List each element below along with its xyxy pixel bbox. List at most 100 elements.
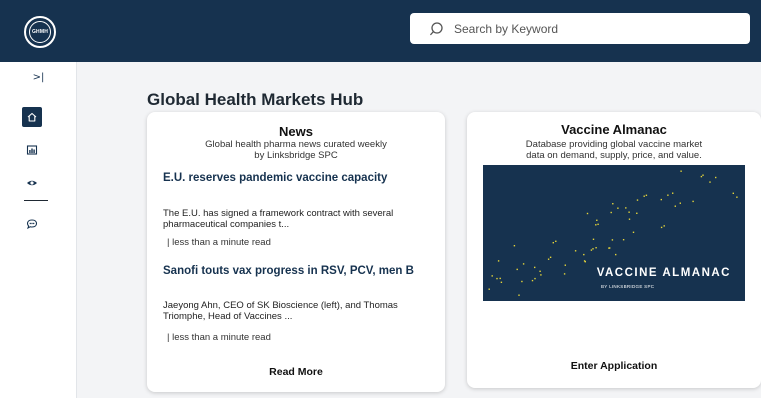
decorative-dot bbox=[596, 219, 598, 221]
article-snippet: The E.U. has signed a framework contract… bbox=[163, 208, 394, 230]
decorative-dot bbox=[491, 275, 493, 277]
decorative-dot bbox=[539, 270, 541, 272]
decorative-dot bbox=[531, 279, 534, 282]
sidebar-item-charts[interactable] bbox=[22, 140, 42, 160]
decorative-dot bbox=[612, 203, 614, 205]
decorative-dot bbox=[610, 211, 612, 214]
enter-application-button[interactable]: Enter Application bbox=[467, 360, 761, 372]
decorative-dot bbox=[563, 273, 566, 275]
top-bar: GHMH bbox=[0, 0, 761, 62]
news-card: News Global health pharma news curated w… bbox=[147, 112, 445, 392]
decorative-dot bbox=[496, 277, 498, 280]
decorative-dot bbox=[636, 199, 639, 201]
search-box[interactable] bbox=[410, 13, 750, 44]
vaccine-almanac-banner-image[interactable]: VACCINE ALMANAC BY LINKSBRIDGE SPC bbox=[483, 165, 745, 301]
decorative-dot bbox=[636, 212, 638, 214]
decorative-dot bbox=[592, 238, 595, 240]
article-title[interactable]: Sanofi touts vax progress in RSV, PCV, m… bbox=[163, 264, 423, 278]
decorative-dot bbox=[540, 274, 542, 276]
decorative-dot bbox=[595, 224, 597, 226]
decorative-dot bbox=[595, 247, 597, 249]
news-title: News bbox=[279, 124, 313, 139]
decorative-dot bbox=[516, 268, 518, 271]
decorative-dot bbox=[590, 249, 593, 251]
decorative-dot bbox=[732, 192, 734, 194]
decorative-dot bbox=[680, 170, 682, 172]
decorative-dot bbox=[663, 225, 665, 227]
decorative-dot bbox=[660, 226, 663, 229]
news-subtitle-line1: Global health pharma news curated weekly bbox=[205, 139, 387, 150]
decorative-dot bbox=[667, 194, 669, 196]
decorative-dot bbox=[611, 239, 614, 241]
decorative-dot bbox=[586, 212, 589, 215]
decorative-dot bbox=[617, 207, 619, 209]
decorative-dot bbox=[552, 242, 554, 244]
decorative-dot bbox=[592, 248, 594, 250]
sidebar-item-home[interactable] bbox=[22, 107, 42, 127]
decorative-dot bbox=[583, 253, 585, 256]
decorative-dot bbox=[615, 253, 617, 256]
chat-icon bbox=[26, 219, 38, 230]
sidebar: >| bbox=[0, 62, 77, 398]
decorative-dot bbox=[583, 260, 586, 262]
decorative-dot bbox=[497, 260, 500, 262]
page-title: Global Health Markets Hub bbox=[147, 90, 364, 109]
sidebar-item-chat[interactable] bbox=[22, 214, 42, 234]
decorative-dot bbox=[715, 176, 717, 179]
decorative-dot bbox=[513, 245, 516, 247]
chart-icon bbox=[26, 145, 38, 155]
sidebar-item-watch[interactable] bbox=[22, 173, 42, 193]
decorative-dot bbox=[521, 280, 523, 283]
decorative-dot bbox=[674, 205, 676, 207]
eye-icon bbox=[27, 180, 37, 186]
decorative-dot bbox=[672, 192, 674, 194]
decorative-dot bbox=[488, 288, 490, 290]
decorative-dot bbox=[643, 195, 645, 197]
decorative-dot bbox=[622, 239, 625, 241]
dot-pattern bbox=[488, 170, 738, 296]
search-icon bbox=[430, 21, 443, 35]
read-more-button[interactable]: Read More bbox=[147, 366, 445, 378]
banner-title: VACCINE ALMANAC bbox=[596, 267, 731, 279]
decorative-dot bbox=[534, 266, 536, 269]
decorative-dot bbox=[609, 247, 611, 249]
decorative-dot bbox=[547, 258, 550, 260]
banner-subtitle: BY LINKSBRIDGE SPC bbox=[601, 284, 655, 289]
decorative-dot bbox=[709, 181, 711, 183]
decorative-dot bbox=[518, 294, 520, 296]
article-read-time: | less than a minute read bbox=[167, 332, 271, 343]
decorative-dot bbox=[692, 200, 694, 203]
decorative-dot bbox=[625, 207, 627, 209]
sidebar-divider bbox=[24, 200, 48, 201]
decorative-dot bbox=[736, 196, 738, 198]
decorative-dot bbox=[522, 263, 525, 265]
vaccine-almanac-card: Vaccine Almanac Database providing globa… bbox=[467, 112, 761, 388]
home-icon bbox=[27, 112, 37, 122]
decorative-dot bbox=[555, 240, 557, 242]
decorative-dot bbox=[500, 281, 503, 283]
vaccine-almanac-title: Vaccine Almanac bbox=[561, 122, 667, 137]
decorative-dot bbox=[564, 264, 566, 266]
decorative-dot bbox=[628, 218, 631, 220]
decorative-dot bbox=[679, 202, 681, 204]
logo-text: GHMH bbox=[29, 21, 51, 43]
article-snippet: Jaeyong Ahn, CEO of SK Bioscience (left)… bbox=[163, 300, 398, 322]
search-input[interactable] bbox=[454, 21, 714, 36]
decorative-dot bbox=[574, 250, 577, 252]
decorative-dot bbox=[628, 211, 630, 213]
decorative-dot bbox=[597, 223, 599, 225]
decorative-dot bbox=[645, 194, 648, 196]
vaccine-almanac-subtitle-line1: Database providing global vaccine market bbox=[525, 139, 703, 150]
sidebar-toggle-button[interactable]: >| bbox=[0, 72, 77, 83]
vaccine-almanac-subtitle-line2: data on demand, supply, price, and value… bbox=[526, 150, 702, 161]
logo[interactable]: GHMH bbox=[24, 16, 56, 48]
article-read-time: | less than a minute read bbox=[167, 237, 271, 248]
decorative-dot bbox=[660, 198, 662, 201]
decorative-dot bbox=[632, 231, 635, 233]
article-title[interactable]: E.U. reserves pandemic vaccine capacity bbox=[163, 171, 423, 185]
decorative-dot bbox=[534, 277, 536, 280]
news-subtitle-line2: by Linksbridge SPC bbox=[254, 150, 338, 161]
decorative-dot bbox=[702, 174, 704, 176]
decorative-dot bbox=[499, 277, 501, 280]
decorative-dot bbox=[549, 256, 552, 258]
